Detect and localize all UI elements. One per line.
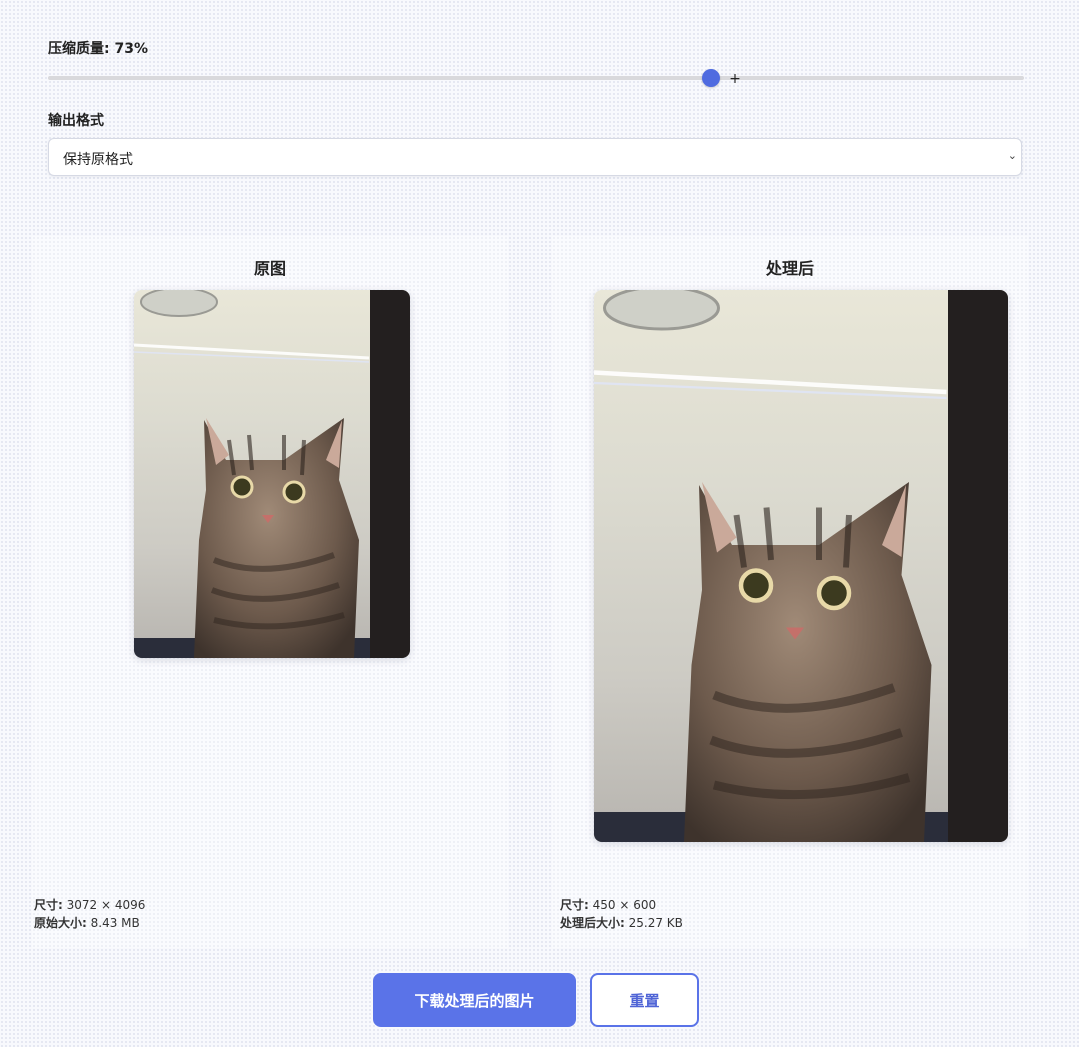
- original-image: [134, 290, 410, 658]
- cat-photo-original: [134, 290, 410, 658]
- format-label: 输出格式: [48, 113, 104, 129]
- processed-image: [594, 290, 1008, 842]
- original-dimensions: 尺寸: 3072 × 4096: [34, 898, 146, 912]
- processed-info: 尺寸: 450 × 600 处理后大小: 25.27 KB: [560, 896, 683, 932]
- original-panel: 原图 尺寸: 3072 × 4096 原始大小: 8.43 MB: [32, 236, 508, 948]
- processed-panel: 处理后 尺寸: 450 × 600 处理后大小: 25.27 KB: [552, 236, 1028, 948]
- processed-title: 处理后: [765, 259, 814, 278]
- image-compressor-page: 压缩质量: 73% 输出格式 保持原格式 ⌄ + 原图 尺寸: 3072 × 4…: [0, 0, 1079, 1047]
- download-button[interactable]: 下载处理后的图片: [373, 973, 576, 1027]
- chevron-down-icon: ⌄: [1007, 149, 1017, 162]
- original-title: 原图: [253, 259, 286, 278]
- settings-section: 压缩质量: 73% 输出格式 保持原格式 ⌄: [48, 38, 1024, 176]
- processed-dimensions: 尺寸: 450 × 600: [560, 898, 657, 912]
- reset-button[interactable]: 重置: [590, 973, 699, 1027]
- processed-size: 处理后大小: 25.27 KB: [560, 916, 683, 930]
- cat-photo-processed: [594, 290, 1008, 842]
- quality-slider-thumb[interactable]: [701, 69, 720, 87]
- quality-label: 压缩质量: 73%: [48, 41, 148, 57]
- format-select-value: 保持原格式: [63, 152, 133, 168]
- original-size: 原始大小: 8.43 MB: [34, 916, 140, 930]
- format-select[interactable]: 保持原格式 ⌄: [48, 138, 1022, 176]
- quality-slider[interactable]: [48, 69, 1024, 87]
- original-info: 尺寸: 3072 × 4096 原始大小: 8.43 MB: [34, 896, 145, 932]
- crosshair-cursor-icon: +: [729, 71, 741, 87]
